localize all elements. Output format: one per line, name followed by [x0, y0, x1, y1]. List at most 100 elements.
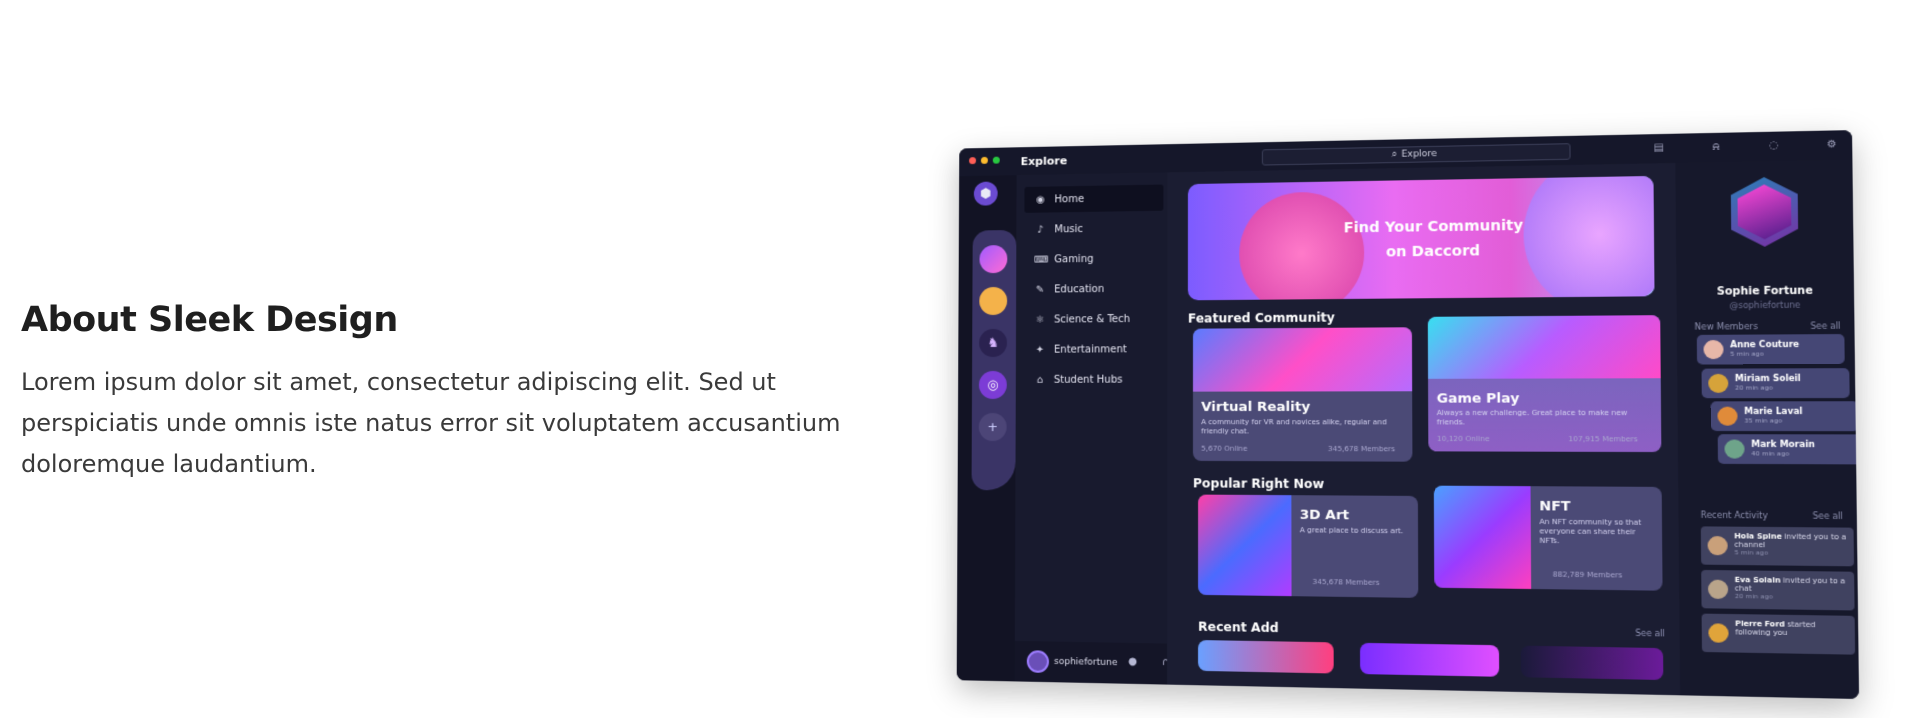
member-time: 5 min ago	[1730, 350, 1764, 358]
about-section: About Sleek Design Lorem ipsum dolor sit…	[21, 300, 881, 485]
activity-item[interactable]: Pierre Ford started following you	[1702, 614, 1856, 655]
chat-icon[interactable]: ◌	[1765, 137, 1783, 154]
activity-item[interactable]: Hola Spine invited you to a channel 5 min…	[1701, 526, 1854, 566]
card-title: 3D Art	[1300, 508, 1349, 524]
popular-card-nft[interactable]: NFT An NFT community so that everyone ca…	[1434, 486, 1663, 591]
see-all-link[interactable]: See all	[1635, 629, 1665, 639]
member-count: 345,678 Members	[1312, 578, 1379, 587]
search-icon: ⌕	[1392, 150, 1397, 160]
user-avatar[interactable]	[1027, 650, 1049, 673]
recent-activity-label: Recent Activity	[1701, 510, 1768, 520]
activity-avatar	[1708, 623, 1728, 643]
window-title: Explore	[1021, 154, 1068, 168]
member-item[interactable]: Anne Couture 5 min ago	[1697, 334, 1845, 364]
member-time: 35 min ago	[1744, 417, 1782, 424]
member-count: 345,678 Members	[1328, 445, 1395, 453]
gamepad-icon: ⌨	[1034, 254, 1046, 265]
recent-card-2[interactable]	[1360, 643, 1499, 677]
popular-title: Popular Right Now	[1193, 476, 1324, 491]
hero-text: Find Your Community on Daccord	[1333, 213, 1535, 265]
add-server-icon[interactable]: +	[979, 413, 1007, 441]
nav-label: Student Hubs	[1054, 374, 1123, 385]
gameplay-card-image	[1428, 315, 1661, 379]
server-avatar-4[interactable]: ◎	[979, 371, 1007, 399]
profile-name: Sophie Fortune	[1676, 285, 1854, 298]
card-description: Always a new challenge. Great place to m…	[1437, 409, 1648, 428]
card-title: NFT	[1539, 499, 1570, 515]
nav-item-music[interactable]: ♪ Music	[1024, 215, 1163, 243]
nav-item-education[interactable]: ✎ Education	[1024, 275, 1163, 302]
member-time: 40 min ago	[1751, 450, 1789, 458]
nft-card-image	[1434, 486, 1531, 589]
search-input[interactable]: ⌕ Explore	[1262, 143, 1571, 165]
activity-time: 20 min ago	[1735, 593, 1848, 603]
featured-card-gameplay[interactable]: Game Play Always a new challenge. Great …	[1428, 315, 1662, 452]
app-mockup: Explore ⌕ Explore ▤ ⍾ ◌ ⚙ ⬢ ♞ ◎ + ◉ Home…	[957, 130, 1859, 699]
popular-card-3d-art[interactable]: 3D Art A great place to discuss art. 345…	[1198, 495, 1418, 598]
activity-item[interactable]: Eva Solain invited you to a chat 20 min a…	[1701, 570, 1854, 611]
nav-label: Music	[1054, 223, 1083, 234]
building-icon: ⌂	[1034, 374, 1046, 385]
member-item[interactable]: Mark Morain 40 min ago	[1718, 434, 1859, 464]
recent-add-title: Recent Add	[1198, 619, 1279, 635]
nav-item-science-tech[interactable]: ⚛ Science & Tech	[1024, 306, 1163, 333]
recent-card-1[interactable]	[1198, 640, 1334, 674]
nav-label: Gaming	[1054, 253, 1093, 264]
graduation-cap-icon: ✎	[1034, 284, 1046, 295]
close-window-button[interactable]	[969, 157, 976, 164]
featured-card-vr[interactable]: Virtual Reality A community for VR and n…	[1193, 327, 1412, 461]
server-rail: ⬢ ♞ ◎ +	[957, 175, 1017, 681]
member-name: Marie Laval	[1744, 407, 1802, 417]
nav-item-gaming[interactable]: ⌨ Gaming	[1024, 245, 1163, 273]
featured-title: Featured Community	[1188, 310, 1335, 325]
recent-activity-see-all[interactable]: See all	[1813, 511, 1843, 521]
nav-label: Science & Tech	[1054, 313, 1130, 325]
bell-icon[interactable]: ⍾	[1707, 138, 1725, 155]
card-title: Game Play	[1437, 391, 1520, 407]
online-count: 5,670 Online	[1201, 445, 1247, 453]
atom-icon: ⚛	[1034, 314, 1046, 325]
server-avatar-3[interactable]: ♞	[979, 329, 1007, 357]
member-item[interactable]: Miriam Soleil 20 min ago	[1702, 368, 1850, 398]
new-members-see-all[interactable]: See all	[1810, 321, 1840, 331]
category-nav: ◉ Home ♪ Music ⌨ Gaming ✎ Education ⚛ Sc…	[1015, 172, 1168, 684]
member-name: Mark Morain	[1751, 440, 1815, 450]
calendar-icon[interactable]: ▤	[1650, 139, 1668, 156]
nav-item-home[interactable]: ◉ Home	[1024, 185, 1163, 213]
server-avatar-2[interactable]	[979, 287, 1007, 315]
member-count: 107,915 Members	[1568, 435, 1638, 444]
card-title: Virtual Reality	[1201, 400, 1310, 415]
member-name: Anne Couture	[1730, 340, 1799, 350]
activity-avatar	[1708, 580, 1728, 599]
member-avatar	[1717, 407, 1737, 426]
username: sophiefortune	[1054, 657, 1117, 668]
card-description: A great place to discuss art.	[1300, 526, 1411, 536]
activity-avatar	[1708, 536, 1728, 555]
maximize-window-button[interactable]	[993, 157, 1000, 164]
hero-banner[interactable]: Find Your Community on Daccord	[1188, 176, 1655, 300]
member-avatar	[1724, 439, 1744, 458]
member-item[interactable]: Marie Laval 35 min ago	[1711, 401, 1859, 431]
member-avatar	[1703, 340, 1723, 359]
home-server-icon[interactable]: ⬢	[974, 181, 998, 205]
gear-icon[interactable]: ⚙	[1823, 136, 1841, 153]
activity-time: 5 min ago	[1734, 549, 1847, 559]
nav-item-student-hubs[interactable]: ⌂ Student Hubs	[1024, 366, 1164, 393]
film-icon: ✦	[1034, 344, 1046, 355]
nav-label: Entertainment	[1054, 344, 1127, 355]
microphone-icon[interactable]: ●	[1128, 656, 1137, 667]
member-count: 882,789 Members	[1553, 570, 1623, 579]
recent-card-3[interactable]	[1521, 646, 1664, 680]
nav-item-entertainment[interactable]: ✦ Entertainment	[1024, 336, 1163, 363]
music-icon: ♪	[1034, 224, 1046, 235]
card-description: A community for VR and novices alike, re…	[1201, 418, 1405, 437]
profile-sidebar: Sophie Fortune @sophiefortune New Member…	[1675, 160, 1859, 699]
member-name: Miriam Soleil	[1735, 374, 1801, 384]
online-count: 10,120 Online	[1437, 435, 1490, 443]
nav-label: Education	[1054, 283, 1104, 295]
minimize-window-button[interactable]	[981, 157, 988, 164]
member-avatar	[1708, 374, 1728, 393]
profile-handle: @sophiefortune	[1677, 300, 1855, 311]
card-description: An NFT community so that everyone can sh…	[1539, 518, 1654, 547]
3d-art-card-image	[1198, 495, 1291, 597]
